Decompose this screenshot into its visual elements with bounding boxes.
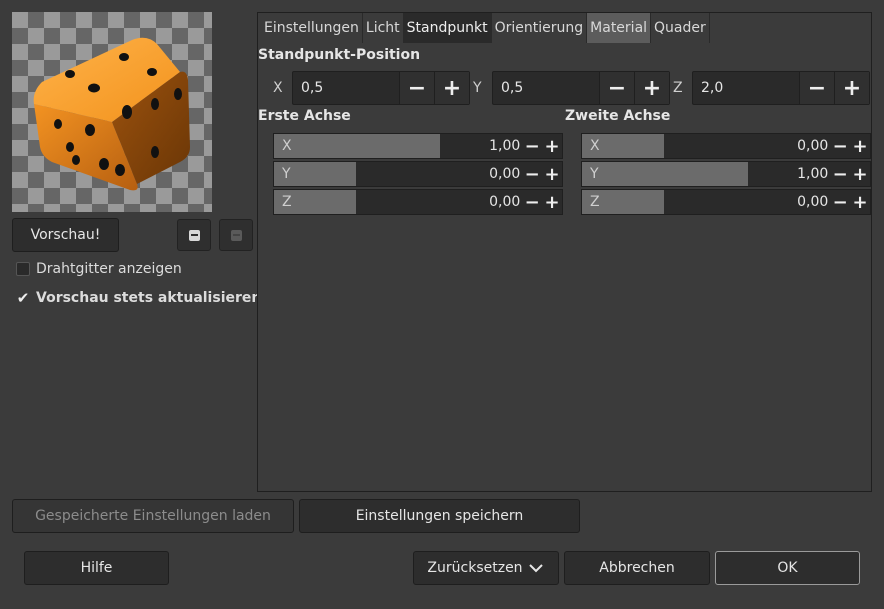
slider-value: 0,00: [489, 166, 521, 182]
slider-label: Y: [590, 166, 599, 182]
zoom-out-icon: [188, 229, 200, 241]
viewpoint-z-value[interactable]: 2,0: [693, 72, 799, 104]
ok-button[interactable]: OK: [715, 551, 860, 585]
slider-plus-button[interactable]: +: [542, 136, 562, 157]
slider-track[interactable]: X 1,00: [274, 134, 522, 158]
cancel-button[interactable]: Abbrechen: [564, 551, 710, 585]
slider-minus-button[interactable]: −: [522, 192, 542, 213]
slider-track[interactable]: X 0,00: [582, 134, 830, 158]
zoom-out-button[interactable]: [177, 219, 211, 251]
dice-preview-image: [33, 37, 190, 191]
reset-button[interactable]: Zurücksetzen: [413, 551, 559, 585]
auto-update-option[interactable]: ✔ Vorschau stets aktualisieren: [16, 289, 262, 307]
first-axis-title: Erste Achse: [258, 108, 351, 124]
slider-track[interactable]: Z 0,00: [582, 190, 830, 214]
viewpoint-y-label: Y: [473, 80, 482, 96]
slider-label: Z: [590, 194, 600, 210]
tab-box[interactable]: Quader: [651, 13, 710, 43]
tab-light[interactable]: Licht: [362, 13, 404, 43]
slider-plus-button[interactable]: +: [850, 164, 870, 185]
slider-value: 0,00: [489, 194, 521, 210]
slider-track[interactable]: Y 1,00: [582, 162, 830, 186]
second-axis-y-slider[interactable]: Y 1,00− +: [581, 161, 871, 187]
second-axis-x-slider[interactable]: X 0,00− +: [581, 133, 871, 159]
viewpoint-y-minus-button[interactable]: −: [599, 72, 634, 104]
slider-minus-button[interactable]: −: [522, 136, 542, 157]
tab-material[interactable]: Material: [587, 13, 652, 43]
slider-fill: [582, 162, 749, 186]
viewpoint-z-spinner[interactable]: 2,0 − +: [692, 71, 870, 105]
slider-plus-button[interactable]: +: [850, 192, 870, 213]
slider-track[interactable]: Y 0,00: [274, 162, 522, 186]
slider-plus-button[interactable]: +: [542, 164, 562, 185]
slider-fill: [274, 134, 441, 158]
viewpoint-title: Standpunkt-Position: [258, 47, 421, 63]
slider-minus-button[interactable]: −: [830, 164, 850, 185]
zoom-in-icon: [230, 229, 242, 241]
first-axis-z-slider[interactable]: Z 0,00− +: [273, 189, 563, 215]
zoom-in-button[interactable]: [219, 219, 253, 251]
auto-update-checkbox[interactable]: ✔: [16, 289, 30, 307]
slider-minus-button[interactable]: −: [830, 136, 850, 157]
slider-label: X: [590, 138, 600, 154]
viewpoint-z-label: Z: [673, 80, 683, 96]
viewpoint-x-minus-button[interactable]: −: [399, 72, 434, 104]
slider-label: Z: [282, 194, 292, 210]
slider-value: 1,00: [489, 138, 521, 154]
viewpoint-y-spinner[interactable]: 0,5 − +: [492, 71, 670, 105]
tab-settings[interactable]: Einstellungen: [258, 13, 363, 43]
slider-label: X: [282, 138, 292, 154]
tab-viewpoint[interactable]: Standpunkt: [403, 13, 492, 43]
wireframe-option[interactable]: Drahtgitter anzeigen: [16, 261, 182, 277]
first-axis-y-slider[interactable]: Y 0,00− +: [273, 161, 563, 187]
slider-minus-button[interactable]: −: [830, 192, 850, 213]
wireframe-checkbox[interactable]: [16, 262, 30, 276]
tab-bar: Einstellungen Licht Standpunkt Orientier…: [258, 13, 710, 43]
reset-label: Zurücksetzen: [427, 560, 523, 576]
load-settings-button[interactable]: Gespeicherte Einstellungen laden: [12, 499, 294, 533]
viewpoint-x-spinner[interactable]: 0,5 − +: [292, 71, 470, 105]
second-axis-z-slider[interactable]: Z 0,00− +: [581, 189, 871, 215]
second-axis-title: Zweite Achse: [565, 108, 671, 124]
slider-plus-button[interactable]: +: [542, 192, 562, 213]
slider-value: 1,00: [797, 166, 829, 182]
viewpoint-z-plus-button[interactable]: +: [834, 72, 869, 104]
slider-track[interactable]: Z 0,00: [274, 190, 522, 214]
viewpoint-x-label: X: [273, 80, 283, 96]
viewpoint-x-value[interactable]: 0,5: [293, 72, 399, 104]
auto-update-label: Vorschau stets aktualisieren: [36, 290, 262, 306]
chevron-down-icon: [528, 564, 543, 573]
first-axis-x-slider[interactable]: X 1,00− +: [273, 133, 563, 159]
viewpoint-x-plus-button[interactable]: +: [434, 72, 469, 104]
save-settings-button[interactable]: Einstellungen speichern: [299, 499, 580, 533]
preview-button[interactable]: Vorschau!: [12, 218, 119, 252]
tab-orientation[interactable]: Orientierung: [491, 13, 588, 43]
viewpoint-y-value[interactable]: 0,5: [493, 72, 599, 104]
slider-minus-button[interactable]: −: [522, 164, 542, 185]
help-button[interactable]: Hilfe: [24, 551, 169, 585]
slider-label: Y: [282, 166, 291, 182]
slider-value: 0,00: [797, 194, 829, 210]
viewpoint-y-plus-button[interactable]: +: [634, 72, 669, 104]
wireframe-label: Drahtgitter anzeigen: [36, 261, 182, 277]
slider-plus-button[interactable]: +: [850, 136, 870, 157]
viewpoint-z-minus-button[interactable]: −: [799, 72, 834, 104]
preview-canvas: [12, 12, 212, 212]
slider-value: 0,00: [797, 138, 829, 154]
